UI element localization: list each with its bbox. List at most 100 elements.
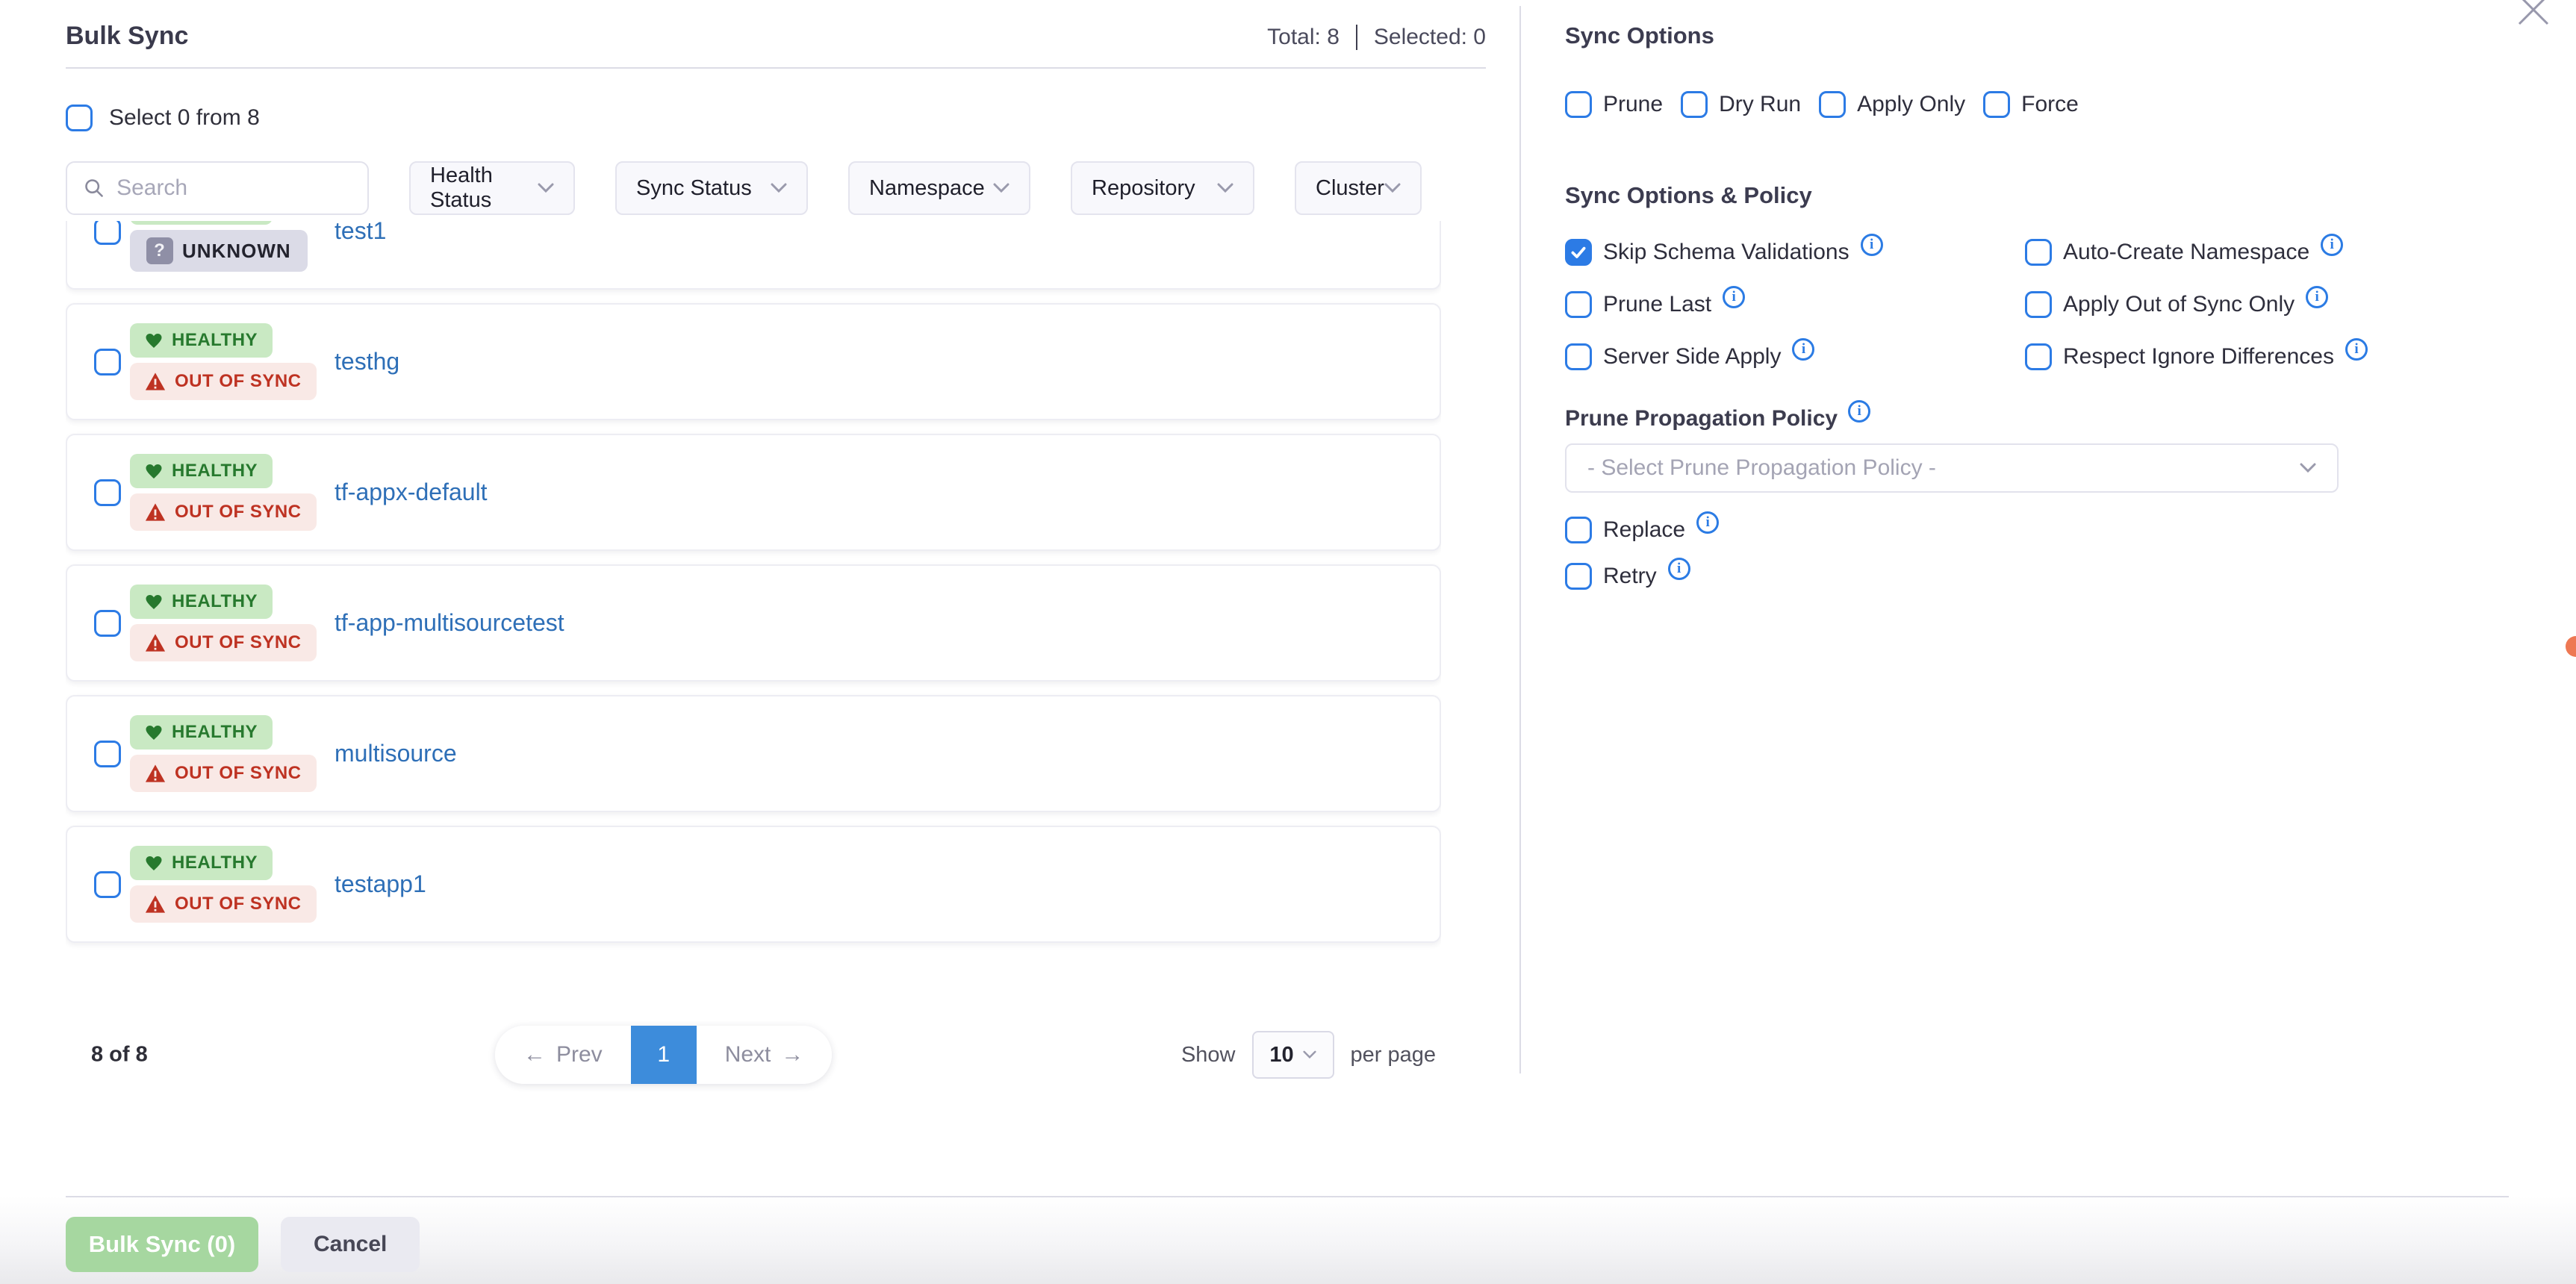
status-badges: HEALTHY OUT OF SYNC xyxy=(130,454,309,531)
app-name-link[interactable]: testhg xyxy=(335,348,399,375)
option-retry: Retry i xyxy=(1565,563,2536,590)
sync-status-label: OUT OF SYNC xyxy=(175,502,302,523)
chevron-down-icon xyxy=(1303,1050,1316,1059)
app-list: HEALTHY ? UNKNOWN test1 HEALTHY OUT OF S… xyxy=(66,221,1441,1012)
sync-options-panel: Sync Options Prune Dry Run Apply Only Fo… xyxy=(1565,0,2536,590)
select-all-row: Select 0 from 8 xyxy=(66,105,1519,131)
checkbox-force[interactable] xyxy=(1983,91,2010,118)
cancel-button[interactable]: Cancel xyxy=(281,1217,420,1272)
arrow-right-icon: → xyxy=(781,1042,803,1068)
footer-buttons: Bulk Sync (0) Cancel xyxy=(0,1196,2576,1272)
info-icon[interactable]: i xyxy=(1848,400,1870,423)
checkbox-prune-last[interactable] xyxy=(1565,291,1592,318)
warning-icon xyxy=(145,894,166,914)
close-icon[interactable] xyxy=(2516,0,2551,30)
app-name-link[interactable]: multisource xyxy=(335,740,457,767)
per-page-label: per page xyxy=(1351,1043,1437,1068)
app-checkbox[interactable] xyxy=(94,741,121,767)
info-icon[interactable]: i xyxy=(1668,558,1690,580)
app-name-link[interactable]: tf-app-multisourcetest xyxy=(335,609,564,637)
filter-namespace[interactable]: Namespace xyxy=(848,161,1030,215)
checkbox-server-side-apply[interactable] xyxy=(1565,343,1592,370)
chevron-down-icon xyxy=(1384,183,1401,193)
filter-cluster-label: Cluster xyxy=(1316,176,1384,201)
sync-status-label: OUT OF SYNC xyxy=(175,894,302,914)
bulk-sync-button[interactable]: Bulk Sync (0) xyxy=(66,1217,258,1272)
heart-icon xyxy=(145,593,163,610)
info-icon[interactable]: i xyxy=(1861,234,1883,256)
app-checkbox[interactable] xyxy=(94,610,121,637)
warning-icon xyxy=(145,764,166,783)
pagination-count: 8 of 8 xyxy=(91,1043,148,1068)
page-size-select[interactable]: 10 xyxy=(1252,1031,1334,1079)
chevron-down-icon xyxy=(538,183,554,193)
option-auto-create-namespace: Auto-Create Namespace i xyxy=(2025,239,2536,266)
search-icon xyxy=(84,176,105,200)
prev-button[interactable]: ← Prev xyxy=(495,1026,631,1084)
next-button[interactable]: Next → xyxy=(697,1026,833,1084)
info-icon[interactable]: i xyxy=(1792,338,1814,361)
app-name-link[interactable]: testapp1 xyxy=(335,870,426,898)
search-input[interactable] xyxy=(116,175,351,201)
question-icon: ? xyxy=(146,237,173,264)
sync-status-badge: OUT OF SYNC xyxy=(130,493,317,531)
warning-icon xyxy=(145,502,166,522)
filter-repository[interactable]: Repository xyxy=(1071,161,1254,215)
status-badges: HEALTHY OUT OF SYNC xyxy=(130,715,309,792)
filter-sync-status[interactable]: Sync Status xyxy=(615,161,808,215)
option-prune-last: Prune Last i xyxy=(1565,291,2025,318)
app-checkbox[interactable] xyxy=(94,221,121,245)
app-checkbox[interactable] xyxy=(94,871,121,898)
health-status-badge: HEALTHY xyxy=(130,846,273,880)
option-respect-ignore-differences: Respect Ignore Differences i xyxy=(2025,343,2536,370)
app-row: HEALTHY OUT OF SYNC multisource xyxy=(66,695,1441,812)
filter-cluster[interactable]: Cluster xyxy=(1295,161,1422,215)
sync-options-title: Sync Options xyxy=(1565,21,2536,51)
filter-sync-status-label: Sync Status xyxy=(636,176,752,201)
heart-icon xyxy=(145,332,163,349)
checkbox-respect-ignore-differences[interactable] xyxy=(2025,343,2052,370)
checkbox-prune[interactable] xyxy=(1565,91,1592,118)
heart-icon xyxy=(145,463,163,479)
checkbox-apply-only[interactable] xyxy=(1819,91,1846,118)
checkbox-apply-out-of-sync-only[interactable] xyxy=(2025,291,2052,318)
option-prune: Prune xyxy=(1565,91,1663,118)
checkbox-skip-schema-validations[interactable] xyxy=(1565,239,1592,266)
bulk-sync-panel: Bulk Sync Total: 8 Selected: 0 Select 0 … xyxy=(0,0,1519,1084)
chevron-down-icon xyxy=(2300,463,2316,473)
checkbox-retry[interactable] xyxy=(1565,563,1592,590)
total-count: Total: 8 xyxy=(1267,22,1340,52)
status-badges: HEALTHY OUT OF SYNC xyxy=(130,585,309,661)
select-all-checkbox[interactable] xyxy=(66,105,93,131)
sync-status-badge: OUT OF SYNC xyxy=(130,363,317,400)
filter-health-status-label: Health Status xyxy=(430,163,538,213)
sync-status-label: OUT OF SYNC xyxy=(175,371,302,392)
sync-policy-grid: Skip Schema Validations i Auto-Create Na… xyxy=(1565,239,2536,370)
checkbox-dry-run[interactable] xyxy=(1681,91,1708,118)
footer-divider xyxy=(66,1196,2509,1197)
extra-options: Replace i Retry i xyxy=(1565,517,2536,590)
status-badges: HEALTHY OUT OF SYNC xyxy=(130,846,309,923)
app-name-link[interactable]: test1 xyxy=(335,221,386,245)
info-icon[interactable]: i xyxy=(2345,338,2368,361)
info-icon[interactable]: i xyxy=(1696,511,1719,534)
sync-options-row: Prune Dry Run Apply Only Force xyxy=(1565,91,2536,118)
checkbox-replace[interactable] xyxy=(1565,517,1592,543)
app-name-link[interactable]: tf-appx-default xyxy=(335,479,488,506)
prune-policy-select[interactable]: - Select Prune Propagation Policy - xyxy=(1565,443,2339,493)
info-icon[interactable]: i xyxy=(2306,286,2328,308)
app-checkbox[interactable] xyxy=(94,479,121,506)
info-icon[interactable]: i xyxy=(1723,286,1745,308)
filter-health-status[interactable]: Health Status xyxy=(409,161,575,215)
checkbox-auto-create-namespace[interactable] xyxy=(2025,239,2052,266)
app-checkbox[interactable] xyxy=(94,349,121,375)
status-badges: HEALTHY ? UNKNOWN xyxy=(130,221,309,272)
toolbar: Health Status Sync Status Namespace Repo… xyxy=(66,161,1490,215)
option-dry-run: Dry Run xyxy=(1681,91,1801,118)
info-icon[interactable]: i xyxy=(2321,234,2343,256)
sync-policy-title: Sync Options & Policy xyxy=(1565,181,2536,211)
sync-status-badge: OUT OF SYNC xyxy=(130,885,317,923)
page-number-active[interactable]: 1 xyxy=(631,1026,697,1084)
health-status-badge: HEALTHY xyxy=(130,715,273,749)
arrow-left-icon: ← xyxy=(523,1042,546,1068)
